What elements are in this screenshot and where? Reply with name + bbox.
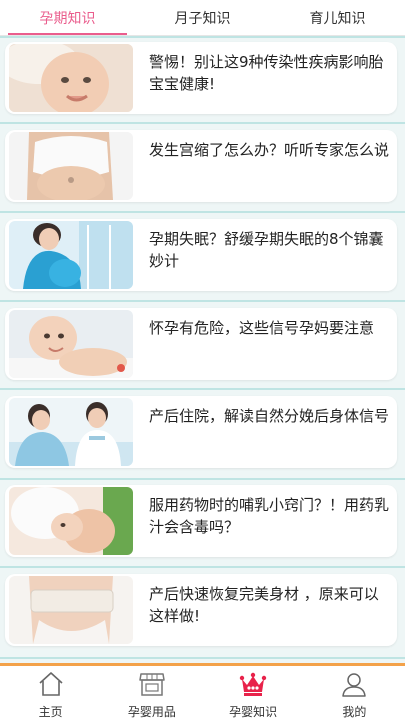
nav-profile-label: 我的 — [342, 705, 367, 719]
nav-knowledge-label: 孕婴知识 — [229, 705, 278, 719]
user-icon — [342, 673, 367, 697]
article-title[interactable]: 警惕！别让这9种传染性疾病影响胎宝宝健康! — [149, 51, 389, 95]
list-item[interactable]: 发生宫缩了怎么办？听听专家怎么说 — [5, 130, 397, 202]
home-icon — [39, 672, 63, 696]
nav-home-label: 主页 — [38, 705, 63, 719]
list-separator — [0, 478, 405, 480]
article-title[interactable]: 孕期失眠？舒缓孕期失眠的8个锦囊妙计 — [149, 228, 389, 272]
article-thumbnail — [9, 310, 133, 378]
list-separator — [0, 566, 405, 568]
list-separator — [0, 300, 405, 302]
list-separator — [0, 122, 405, 124]
list-item[interactable]: 服用药物时的哺乳小窍门？！用药乳汁会含毒吗？ — [5, 485, 397, 557]
list-item[interactable]: 产后住院，解读自然分娩后身体信号 — [5, 396, 397, 468]
nav-shop[interactable]: 孕婴用品 — [101, 666, 202, 720]
list-item[interactable]: 孕期失眠？舒缓孕期失眠的8个锦囊妙计 — [5, 219, 397, 291]
article-thumbnail — [9, 132, 133, 200]
article-title[interactable]: 怀孕有危险，这些信号孕妈要注意 — [149, 317, 374, 339]
list-separator — [0, 211, 405, 213]
article-thumbnail — [9, 487, 133, 555]
list-item[interactable]: 怀孕有危险，这些信号孕妈要注意 — [5, 308, 397, 380]
article-thumbnail — [9, 44, 133, 112]
article-title[interactable]: 产后住院，解读自然分娩后身体信号 — [149, 405, 389, 427]
tab-confinement-knowledge[interactable]: 月子知识 — [135, 0, 270, 35]
top-tab-bar: 孕期知识 月子知识 育儿知识 — [0, 0, 405, 36]
bottom-nav-bar: 主页 孕婴用品 孕婴知识 我的 — [0, 666, 405, 720]
tab-parenting-knowledge[interactable]: 育儿知识 — [270, 0, 405, 35]
article-title[interactable]: 产后快速恢复完美身材 ，原来可以这样做! — [149, 583, 389, 627]
nav-shop-label: 孕婴用品 — [127, 705, 176, 719]
list-separator — [0, 388, 405, 390]
list-separator — [0, 36, 405, 38]
nav-knowledge[interactable]: 孕婴知识 — [203, 666, 304, 720]
article-list[interactable]: 警惕！别让这9种传染性疾病影响胎宝宝健康! 发生宫缩了怎么办？听听专家怎么说 孕… — [0, 36, 405, 663]
article-title[interactable]: 服用药物时的哺乳小窍门？！用药乳汁会含毒吗？ — [149, 494, 389, 538]
article-title[interactable]: 发生宫缩了怎么办？听听专家怎么说 — [149, 139, 389, 161]
shop-icon — [139, 673, 165, 696]
article-thumbnail — [9, 398, 133, 466]
article-thumbnail — [9, 576, 133, 644]
list-separator — [0, 657, 405, 659]
list-item[interactable]: 警惕！别让这9种传染性疾病影响胎宝宝健康! — [5, 42, 397, 114]
crown-icon — [239, 672, 267, 696]
nav-home[interactable]: 主页 — [0, 666, 101, 720]
nav-profile[interactable]: 我的 — [304, 666, 405, 720]
list-item[interactable]: 产后快速恢复完美身材 ，原来可以这样做! — [5, 574, 397, 646]
article-thumbnail — [9, 221, 133, 289]
tab-pregnancy-knowledge[interactable]: 孕期知识 — [0, 0, 135, 35]
